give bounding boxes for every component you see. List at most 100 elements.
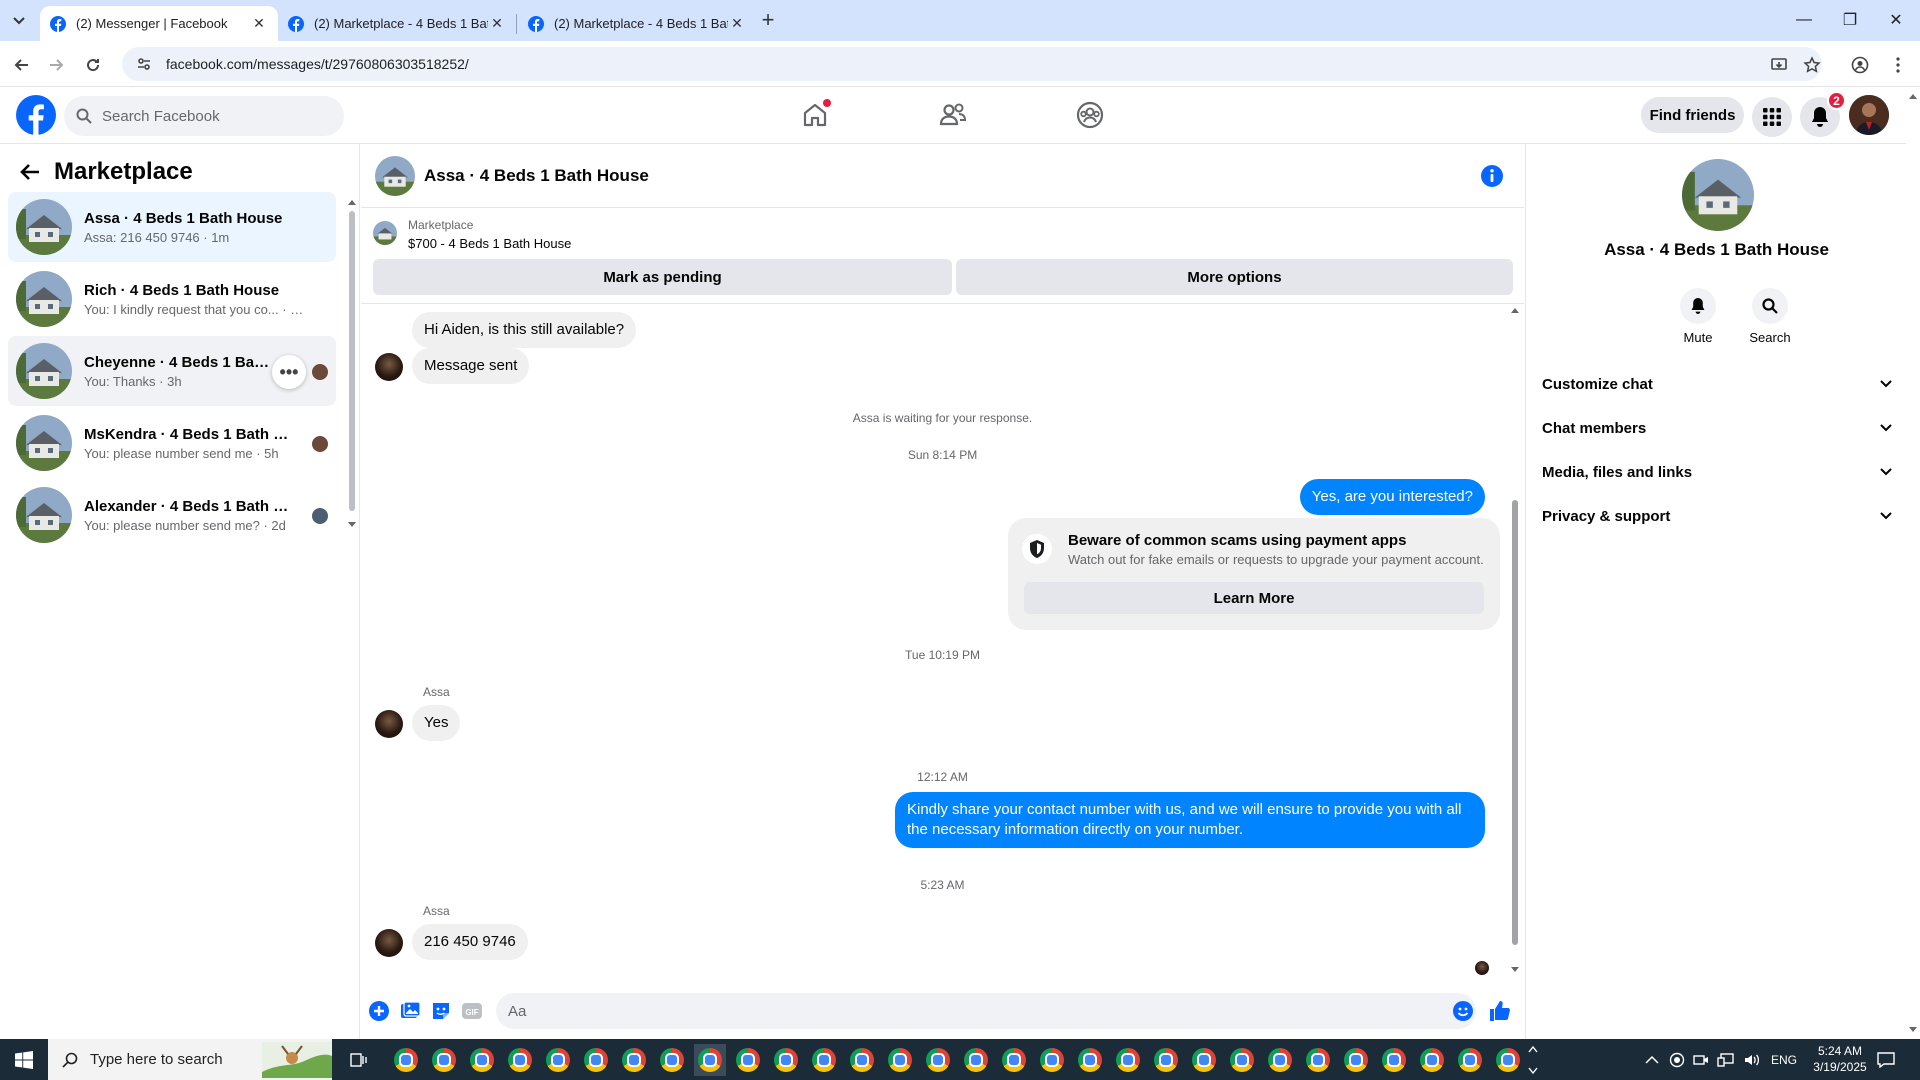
taskbar-chrome-22[interactable] [1188, 1044, 1220, 1076]
taskbar-chrome-28[interactable] [1416, 1044, 1448, 1076]
gif-icon[interactable]: GIF [460, 999, 484, 1023]
taskbar-chrome-21[interactable] [1150, 1044, 1182, 1076]
conversation-item-mskendra[interactable]: MsKendra · 4 Beds 1 Bath House You: plea… [8, 408, 336, 478]
incoming-message[interactable]: Hi Aiden, is this still available? [412, 312, 637, 348]
scroll-up-icon[interactable] [1511, 307, 1519, 313]
task-view-button[interactable] [343, 1044, 375, 1076]
taskbar-chrome-26[interactable] [1340, 1044, 1372, 1076]
facebook-logo-icon[interactable] [16, 95, 56, 135]
address-bar[interactable]: facebook.com/messages/t/2976080630351825… [122, 47, 1822, 81]
sender-avatar[interactable] [375, 710, 403, 738]
taskbar-chrome-13[interactable] [846, 1044, 878, 1076]
facebook-search-input[interactable]: Search Facebook [64, 96, 344, 136]
taskbar-chrome-18[interactable] [1036, 1044, 1068, 1076]
tab-search-button[interactable] [6, 10, 32, 32]
more-options-button[interactable]: More options [956, 259, 1513, 295]
forward-button[interactable] [42, 51, 70, 79]
mark-as-pending-button[interactable]: Mark as pending [373, 259, 952, 295]
search-in-conversation-button[interactable]: Search [1740, 288, 1800, 345]
taskbar-chrome-8[interactable] [656, 1044, 688, 1076]
conversation-item-rich[interactable]: Rich · 4 Beds 1 Bath House You: I kindly… [8, 264, 336, 334]
taskbar-chrome-active[interactable] [694, 1044, 726, 1076]
taskbar-chrome-19[interactable] [1074, 1044, 1106, 1076]
sender-avatar[interactable] [375, 353, 403, 381]
message-input[interactable]: Aa [496, 993, 1476, 1029]
incoming-message[interactable]: Yes [412, 705, 461, 741]
scrollbar-thumb[interactable] [349, 211, 355, 511]
back-arrow-icon[interactable] [20, 163, 40, 181]
listing-title[interactable]: $700 - 4 Beds 1 Bath House [408, 236, 571, 251]
install-app-button[interactable] [1765, 51, 1793, 79]
sidebar-scrollbar[interactable] [348, 199, 356, 529]
taskbar-chrome-12[interactable] [808, 1044, 840, 1076]
new-tab-button[interactable]: + [756, 9, 780, 33]
record-icon[interactable] [1669, 1052, 1685, 1068]
taskbar-chrome-10[interactable] [732, 1044, 764, 1076]
language-indicator[interactable]: ENG [1771, 1053, 1797, 1067]
taskbar-chrome-20[interactable] [1112, 1044, 1144, 1076]
account-avatar[interactable] [1849, 95, 1889, 135]
site-info-icon[interactable] [136, 56, 152, 72]
taskbar-chrome-27[interactable] [1378, 1044, 1410, 1076]
nav-friends[interactable] [933, 95, 973, 135]
tab-close-icon[interactable]: ✕ [728, 15, 746, 33]
incoming-message[interactable]: Message sent [412, 348, 530, 384]
scroll-down-icon[interactable] [1511, 967, 1519, 973]
taskbar-chrome-5[interactable] [542, 1044, 574, 1076]
listing-thumbnail[interactable] [373, 221, 397, 245]
taskbar-chrome-2[interactable] [428, 1044, 460, 1076]
taskbar-chrome-23[interactable] [1226, 1044, 1258, 1076]
close-window-button[interactable]: ✕ [1873, 0, 1919, 40]
taskbar-chrome-14[interactable] [884, 1044, 916, 1076]
taskbar-clock[interactable]: 5:24 AM 3/19/2025 [1804, 1043, 1876, 1075]
taskbar-chrome-6[interactable] [580, 1044, 612, 1076]
privacy-support-section[interactable]: Privacy & support [1542, 498, 1892, 534]
sender-avatar[interactable] [375, 929, 403, 957]
media-files-links-section[interactable]: Media, files and links [1542, 454, 1892, 490]
camera-icon[interactable] [1693, 1052, 1709, 1068]
minimize-button[interactable]: — [1781, 0, 1827, 40]
page-scrollbar[interactable] [1906, 87, 1920, 1039]
profile-avatar-large[interactable] [1682, 159, 1754, 231]
taskbar-chrome-16[interactable] [960, 1044, 992, 1076]
sticker-icon[interactable] [429, 999, 453, 1023]
restore-button[interactable]: ❐ [1827, 0, 1873, 40]
start-button[interactable] [0, 1039, 48, 1080]
outgoing-message[interactable]: Kindly share your contact number with us… [895, 792, 1485, 848]
scroll-up-icon[interactable] [1909, 93, 1917, 99]
bookmark-star-button[interactable] [1798, 51, 1826, 79]
reload-button[interactable] [79, 51, 107, 79]
taskbar-search-input[interactable]: Type here to search [48, 1039, 332, 1080]
browser-tab-marketplace-1[interactable]: (2) Marketplace - 4 Beds 1 Bath ✕ [278, 6, 516, 41]
notifications-button[interactable]: 2 [1800, 91, 1846, 137]
find-friends-button[interactable]: Find friends [1641, 97, 1744, 133]
scrollbar-thumb[interactable] [1512, 500, 1518, 945]
chat-avatar[interactable] [375, 156, 415, 196]
scroll-down-icon[interactable] [348, 522, 356, 528]
taskbar-chrome-3[interactable] [466, 1044, 498, 1076]
taskbar-chrome-17[interactable] [998, 1044, 1030, 1076]
taskbar-chrome-11[interactable] [770, 1044, 802, 1076]
back-button[interactable] [8, 51, 36, 79]
conversation-item-assa[interactable]: Assa · 4 Beds 1 Bath House Assa: 216 450… [8, 192, 336, 262]
incoming-message[interactable]: 216 450 9746 [412, 924, 528, 960]
browser-menu-button[interactable] [1884, 51, 1912, 79]
plus-icon[interactable] [367, 999, 391, 1023]
photo-icon[interactable] [398, 999, 422, 1023]
conversation-item-cheyenne[interactable]: Cheyenne · 4 Beds 1 Bath House You: Than… [8, 336, 336, 406]
notification-center-button[interactable] [1870, 1044, 1902, 1076]
tab-close-icon[interactable]: ✕ [250, 15, 268, 33]
customize-chat-section[interactable]: Customize chat [1542, 366, 1892, 402]
browser-tab-marketplace-2[interactable]: (2) Marketplace - 4 Beds 1 Bath ✕ [518, 6, 756, 41]
taskbar-chrome-24[interactable] [1264, 1044, 1296, 1076]
network-icon[interactable] [1717, 1052, 1735, 1068]
taskbar-chrome-29[interactable] [1454, 1044, 1486, 1076]
taskbar-chrome-1[interactable] [390, 1044, 422, 1076]
profile-button[interactable] [1846, 51, 1874, 79]
taskbar-overflow-button[interactable] [1518, 1044, 1548, 1076]
taskbar-chrome-4[interactable] [504, 1044, 536, 1076]
scroll-up-icon[interactable] [348, 199, 356, 205]
emoji-icon[interactable] [1451, 999, 1475, 1023]
learn-more-button[interactable]: Learn More [1024, 582, 1484, 614]
volume-icon[interactable] [1743, 1052, 1761, 1068]
